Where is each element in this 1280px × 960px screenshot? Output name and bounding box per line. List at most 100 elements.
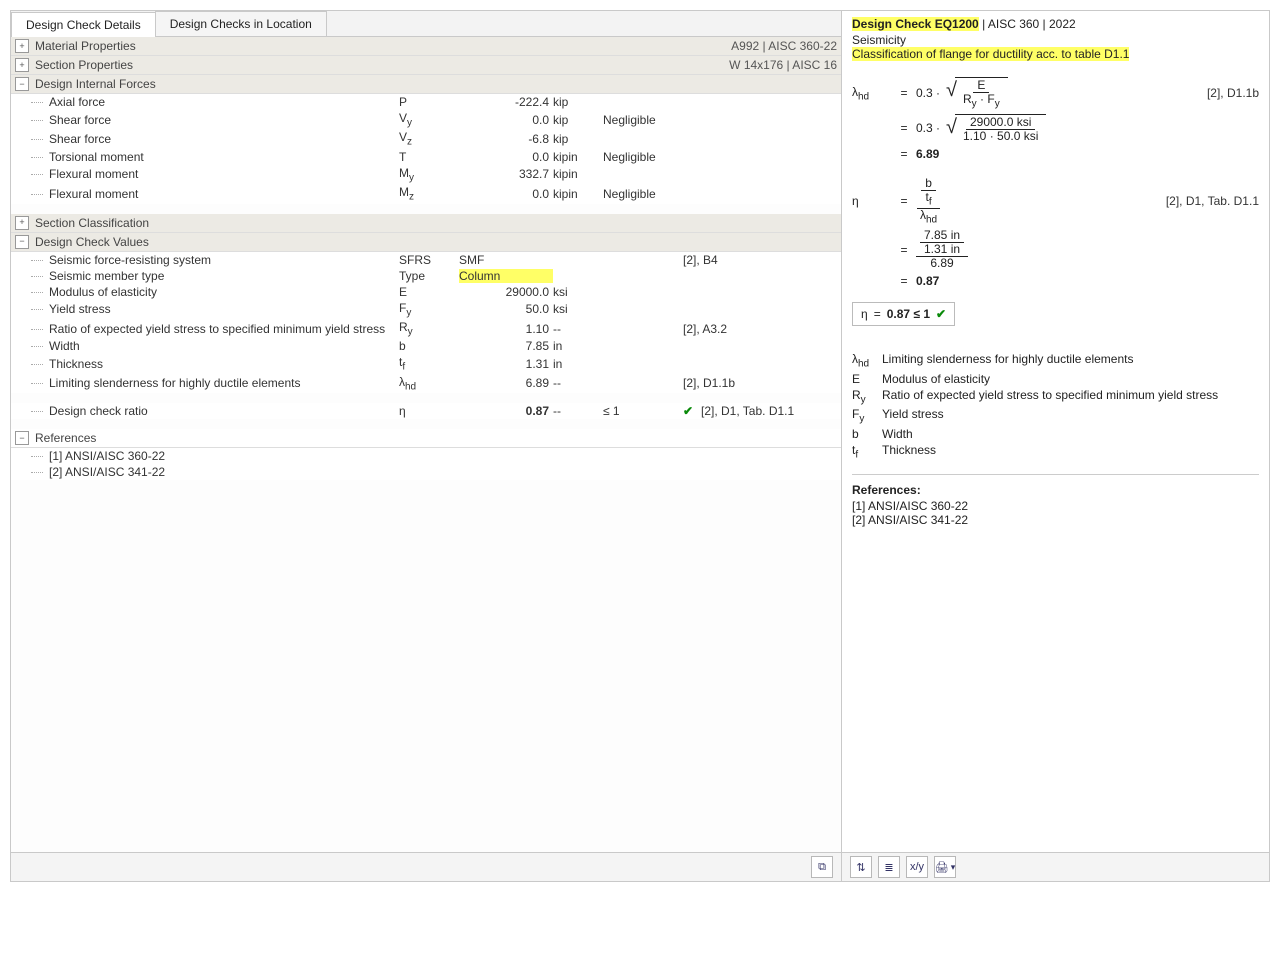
formula-block: λhd = 0.3 · E Ry · Fy [2], D1.1b = 0.3: [842, 67, 1269, 332]
row-note: Negligible: [603, 113, 683, 127]
expand-icon[interactable]: +: [15, 58, 29, 72]
section-section-properties[interactable]: + Section Properties W 14x176 | AISC 16: [11, 56, 841, 75]
tool-icon-1[interactable]: ⇅: [850, 856, 872, 878]
subtitle-highlight: Classification of flange for ductility a…: [852, 47, 1129, 61]
row-value: 6.89: [459, 376, 553, 390]
section-subtitle: A992 | AISC 360-22: [731, 39, 837, 53]
row-symbol: Mz: [399, 185, 459, 202]
row-symbol: My: [399, 166, 459, 183]
table-row: Shear forceVz-6.8kip: [11, 129, 841, 148]
definition-text: Width: [882, 427, 1259, 441]
reference-item: [1] ANSI/AISC 360-22: [11, 448, 841, 464]
row-symbol: E: [399, 285, 459, 299]
tab-bar: Design Check Details Design Checks in Lo…: [11, 11, 841, 37]
row-label: Seismic member type: [49, 269, 399, 283]
check-ok-icon: ✔: [936, 307, 946, 321]
row-unit: kipin: [553, 167, 603, 181]
row-value: 1.10: [459, 322, 553, 336]
row-value: 0.0: [459, 150, 553, 164]
table-row: Shear forceVy0.0kipNegligible: [11, 110, 841, 129]
row-unit: --: [553, 322, 603, 336]
left-pane: Design Check Details Design Checks in Lo…: [11, 11, 842, 881]
section-title: Section Properties: [35, 58, 729, 72]
right-references: References: [1] ANSI/AISC 360-22[2] ANSI…: [842, 483, 1269, 527]
section-title: Section Classification: [35, 216, 837, 230]
definition-text: Yield stress: [882, 407, 1259, 424]
definition-symbol: Fy: [852, 407, 882, 424]
collapse-icon[interactable]: −: [15, 431, 29, 445]
seismicity-label: Seismicity: [852, 33, 1259, 47]
row-unit: kip: [553, 95, 603, 109]
row-reference: [2], D1.1b: [683, 376, 841, 390]
row-symbol: b: [399, 339, 459, 353]
right-title: Design Check EQ1200 | AISC 360 | 2022: [842, 11, 1269, 33]
row-label: Yield stress: [49, 302, 399, 316]
row-design-check-ratio: Design check ratio η 0.87 -- ≤ 1 ✔ [2], …: [11, 403, 841, 419]
table-row: Axial forceP-222.4kip: [11, 94, 841, 110]
section-internal-forces[interactable]: − Design Internal Forces: [11, 75, 841, 94]
row-unit: kip: [553, 113, 603, 127]
definition-symbol: λhd: [852, 352, 882, 369]
row-value: 50.0: [459, 302, 553, 316]
right-toolbar: ⇅ ≣ x/y 🖨: [842, 852, 1269, 881]
row-unit: ksi: [553, 302, 603, 316]
reference-item: [1] ANSI/AISC 360-22: [852, 499, 1259, 513]
row-symbol: Fy: [399, 301, 459, 318]
definition-text: Thickness: [882, 443, 1259, 460]
row-label: Shear force: [49, 113, 399, 127]
left-toolbar: ⧉: [11, 852, 841, 881]
section-title: References: [35, 431, 837, 445]
row-value: -6.8: [459, 132, 553, 146]
section-title: Design Internal Forces: [35, 77, 837, 91]
definition-symbol: Ry: [852, 388, 882, 405]
row-value: 0.0: [459, 113, 553, 127]
row-label: Limiting slenderness for highly ductile …: [49, 376, 399, 390]
table-row: Widthb7.85in: [11, 338, 841, 354]
row-label: Design check ratio: [49, 404, 399, 418]
definition-symbol: b: [852, 427, 882, 441]
definition-symbol: E: [852, 372, 882, 386]
section-references[interactable]: − References: [11, 429, 841, 448]
row-symbol: P: [399, 95, 459, 109]
row-label: Thickness: [49, 357, 399, 371]
row-value: 29000.0: [459, 285, 553, 299]
tool-icon-list[interactable]: ≣: [878, 856, 900, 878]
section-classification[interactable]: + Section Classification: [11, 214, 841, 233]
row-unit: kipin: [553, 187, 603, 201]
row-label: Flexural moment: [49, 167, 399, 181]
row-unit: ksi: [553, 285, 603, 299]
collapse-icon[interactable]: −: [15, 77, 29, 91]
section-design-check-values[interactable]: − Design Check Values: [11, 233, 841, 252]
definition-text: Modulus of elasticity: [882, 372, 1259, 386]
row-value: Column: [459, 269, 553, 283]
table-row: Thicknesstf1.31in: [11, 354, 841, 373]
collapse-icon[interactable]: −: [15, 235, 29, 249]
row-reference: [2], D1, Tab. D1.1: [701, 404, 841, 418]
definition-row: bWidth: [852, 427, 1259, 441]
section-subtitle: W 14x176 | AISC 16: [729, 58, 837, 72]
row-unit: --: [553, 404, 603, 418]
row-label: Seismic force-resisting system: [49, 253, 399, 267]
tab-location[interactable]: Design Checks in Location: [155, 11, 327, 36]
row-symbol: η: [399, 404, 459, 418]
print-icon[interactable]: 🖨: [934, 856, 956, 878]
row-value: -222.4: [459, 95, 553, 109]
title-rest: | AISC 360 | 2022: [979, 17, 1076, 31]
row-symbol: Vz: [399, 130, 459, 147]
section-material-properties[interactable]: + Material Properties A992 | AISC 360-22: [11, 37, 841, 56]
row-label: Axial force: [49, 95, 399, 109]
table-row: Modulus of elasticityE29000.0ksi: [11, 284, 841, 300]
definition-symbol: tf: [852, 443, 882, 460]
definition-row: λhdLimiting slenderness for highly ducti…: [852, 352, 1259, 369]
row-symbol: tf: [399, 355, 459, 372]
expand-icon[interactable]: +: [15, 216, 29, 230]
section-title: Design Check Values: [35, 235, 837, 249]
row-value: 7.85: [459, 339, 553, 353]
tab-details[interactable]: Design Check Details: [11, 12, 156, 37]
row-symbol: SFRS: [399, 253, 459, 267]
expand-icon[interactable]: +: [15, 39, 29, 53]
row-reference: [2], A3.2: [683, 322, 841, 336]
row-symbol: λhd: [399, 375, 459, 392]
copy-icon[interactable]: ⧉: [811, 856, 833, 878]
tool-icon-fraction[interactable]: x/y: [906, 856, 928, 878]
